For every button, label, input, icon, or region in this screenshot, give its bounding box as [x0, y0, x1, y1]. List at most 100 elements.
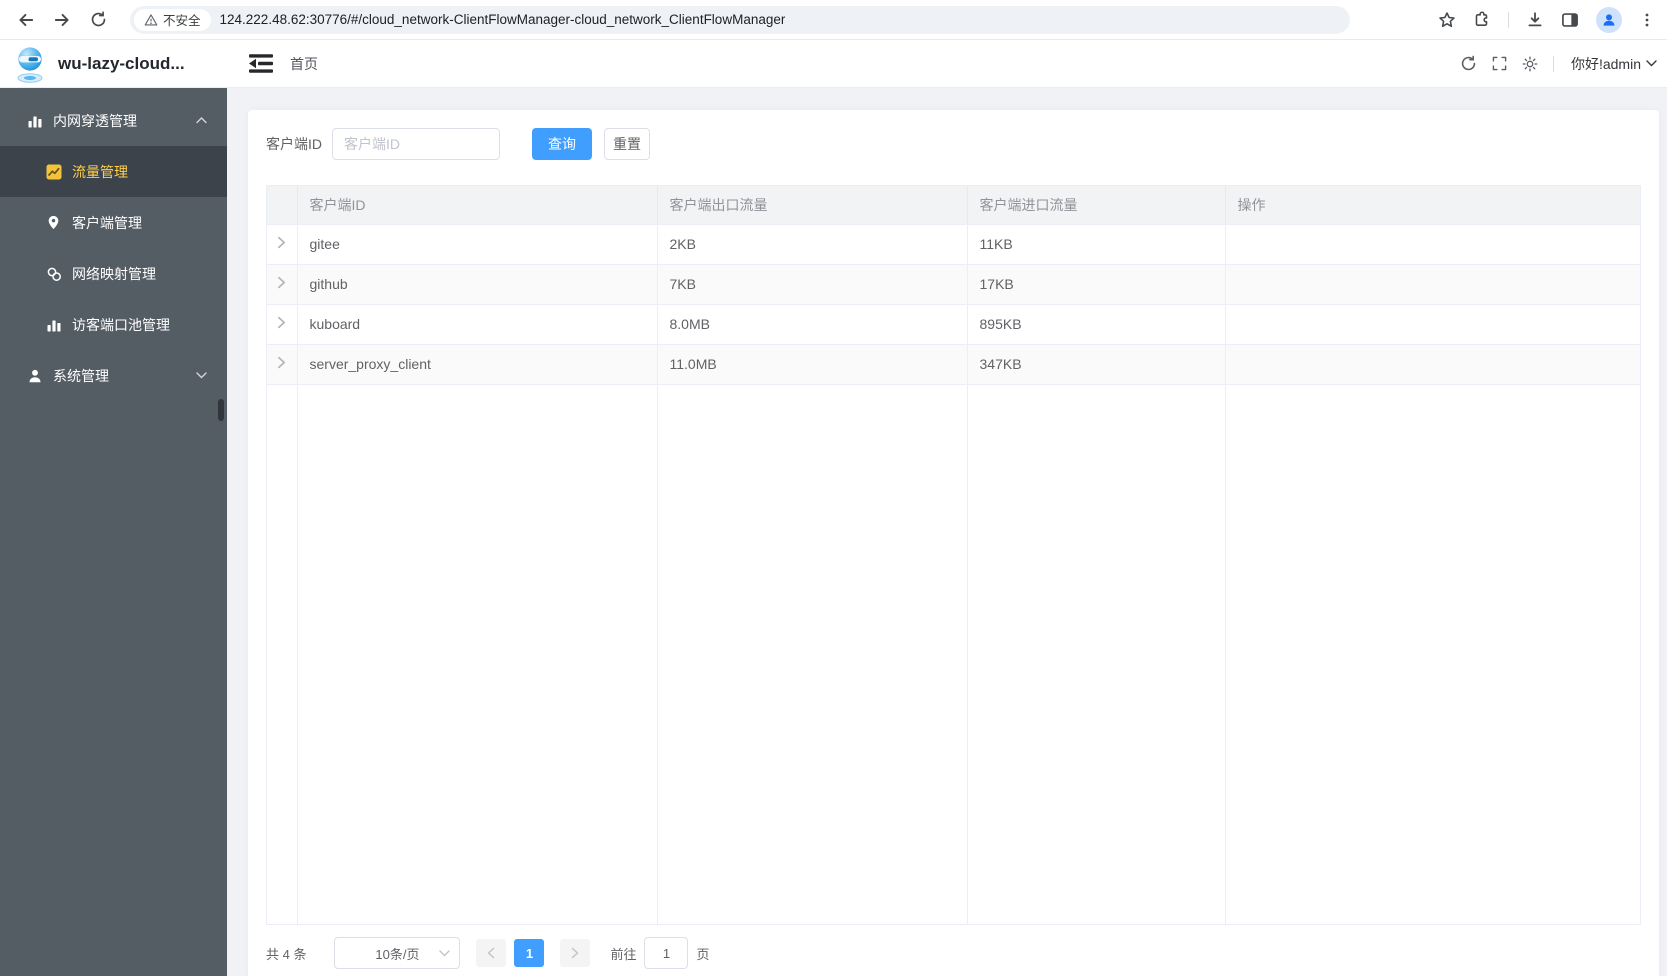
- sidebar-scrollbar-thumb[interactable]: [218, 399, 224, 421]
- expand-cell[interactable]: [267, 264, 298, 305]
- sidebar-item-visitor-port-pool[interactable]: 访客端口池管理: [0, 299, 227, 350]
- side-panel-icon[interactable]: [1561, 11, 1579, 29]
- sidebar-item-label: 流量管理: [72, 163, 128, 180]
- cell-out-flow: 11.0MB: [657, 344, 968, 385]
- expand-cell[interactable]: [267, 344, 298, 385]
- chevron-down-icon: [196, 372, 207, 379]
- warning-icon: [144, 13, 158, 25]
- breadcrumb[interactable]: 首页: [290, 54, 318, 74]
- address-bar[interactable]: 不安全 124.222.48.62:30776/#/cloud_network-…: [130, 5, 1350, 34]
- app-title: wu-lazy-cloud...: [58, 53, 185, 73]
- goto-page-input[interactable]: [644, 937, 689, 969]
- fullscreen-icon[interactable]: [1492, 56, 1507, 71]
- url-text[interactable]: 124.222.48.62:30776/#/cloud_network-Clie…: [220, 12, 786, 27]
- app-header: wu-lazy-cloud... 首页 你好!admin: [0, 40, 1667, 88]
- chevron-up-icon: [196, 117, 207, 124]
- browser-toolbar: 不安全 124.222.48.62:30776/#/cloud_network-…: [0, 0, 1667, 40]
- chevron-right-icon: [278, 276, 286, 289]
- chevron-down-icon: [439, 950, 451, 957]
- cell-actions: [1225, 224, 1640, 265]
- cell-in-flow: 17KB: [967, 264, 1226, 305]
- table-row: github 7KB 17KB: [267, 264, 1640, 305]
- location-pin-icon: [46, 214, 61, 231]
- table-filler-row: [267, 384, 1640, 924]
- chevron-right-icon: [572, 947, 579, 959]
- bar-chart-icon: [27, 113, 43, 129]
- flow-chart-icon: [46, 164, 62, 180]
- cell-out-flow: 2KB: [657, 224, 968, 265]
- client-id-label: 客户端ID: [266, 136, 322, 152]
- extensions-icon[interactable]: [1473, 11, 1491, 29]
- chevron-right-icon: [278, 356, 286, 369]
- bookmark-star-icon[interactable]: [1438, 11, 1456, 29]
- cell-client-id: github: [297, 264, 658, 305]
- header-divider: [1552, 55, 1554, 72]
- toolbar-divider: [1508, 11, 1509, 28]
- sidebar-item-client-management[interactable]: 客户端管理: [0, 197, 227, 248]
- goto-label: 前往: [610, 946, 637, 962]
- chevron-right-icon: [278, 236, 286, 249]
- profile-avatar[interactable]: [1596, 6, 1622, 33]
- page-size-select[interactable]: 10条/页: [334, 937, 461, 969]
- greeting-text: 你好!admin: [1570, 55, 1641, 72]
- sidebar-collapse-icon[interactable]: [248, 53, 274, 74]
- client-id-input[interactable]: [332, 128, 500, 160]
- user-menu[interactable]: 你好!admin: [1571, 54, 1657, 74]
- refresh-icon[interactable]: [1460, 55, 1477, 72]
- filter-bar: 客户端ID 查询 重置: [266, 128, 1641, 160]
- download-icon[interactable]: [1526, 11, 1544, 29]
- cell-in-flow: 895KB: [967, 304, 1226, 345]
- page-unit-label: 页: [696, 946, 710, 962]
- link-icon: [46, 266, 62, 282]
- query-button[interactable]: 查询: [532, 128, 592, 160]
- total-count: 共 4 条: [266, 946, 307, 962]
- table-row: gitee 2KB 11KB: [267, 224, 1640, 265]
- expand-cell[interactable]: [267, 224, 298, 265]
- security-chip[interactable]: 不安全: [134, 8, 211, 31]
- app-logo: [17, 46, 43, 83]
- cell-actions: [1225, 264, 1640, 305]
- chrome-menu-icon[interactable]: [1639, 12, 1655, 28]
- cell-actions: [1225, 304, 1640, 345]
- table-row: server_proxy_client 11.0MB 347KB: [267, 344, 1640, 385]
- reset-button[interactable]: 重置: [604, 128, 650, 160]
- prev-page-button[interactable]: [476, 939, 507, 967]
- sidebar-item-label: 访客端口池管理: [72, 316, 170, 333]
- column-header-in-flow: 客户端进口流量: [967, 186, 1226, 225]
- column-header-out-flow: 客户端出口流量: [657, 186, 968, 225]
- chevron-down-icon: [1646, 60, 1657, 67]
- sidebar-item-flow-management[interactable]: 流量管理: [0, 146, 227, 197]
- back-icon[interactable]: [14, 8, 38, 32]
- expand-cell[interactable]: [267, 304, 298, 345]
- cell-in-flow: 347KB: [967, 344, 1226, 385]
- sidebar-group-intranet[interactable]: 内网穿透管理: [0, 95, 227, 146]
- chevron-right-icon: [278, 316, 286, 329]
- sidebar-group-system[interactable]: 系统管理: [0, 350, 227, 401]
- column-header-actions: 操作: [1225, 186, 1640, 225]
- user-icon: [27, 368, 43, 384]
- forward-icon[interactable]: [50, 8, 74, 32]
- cell-in-flow: 11KB: [967, 224, 1226, 265]
- cell-client-id: kuboard: [297, 304, 658, 345]
- column-header-client-id: 客户端ID: [297, 186, 658, 225]
- table-row: kuboard 8.0MB 895KB: [267, 304, 1640, 345]
- cell-client-id: gitee: [297, 224, 658, 265]
- flow-table: 客户端ID 客户端出口流量 客户端进口流量 操作 gitee 2KB 11KB: [266, 185, 1641, 925]
- main-content: 客户端ID 查询 重置 客户端ID 客户端出口流量 客户端进口流量 操作: [227, 88, 1667, 976]
- chevron-left-icon: [488, 947, 495, 959]
- cell-client-id: server_proxy_client: [297, 344, 658, 385]
- cell-out-flow: 8.0MB: [657, 304, 968, 345]
- pagination: 共 4 条 10条/页 1 前往 页: [266, 937, 1641, 969]
- security-label: 不安全: [163, 14, 201, 28]
- sidebar-item-network-mapping[interactable]: 网络映射管理: [0, 248, 227, 299]
- theme-icon[interactable]: [1522, 56, 1538, 72]
- sidebar-item-label: 网络映射管理: [72, 265, 156, 282]
- content-card: 客户端ID 查询 重置 客户端ID 客户端出口流量 客户端进口流量 操作: [248, 110, 1659, 976]
- brand: wu-lazy-cloud...: [0, 45, 227, 83]
- table-header-row: 客户端ID 客户端出口流量 客户端进口流量 操作: [267, 186, 1640, 225]
- current-page-button[interactable]: 1: [514, 939, 545, 967]
- sidebar-group-label: 系统管理: [53, 367, 109, 384]
- cell-actions: [1225, 344, 1640, 385]
- reload-icon[interactable]: [86, 8, 110, 32]
- next-page-button[interactable]: [560, 939, 591, 967]
